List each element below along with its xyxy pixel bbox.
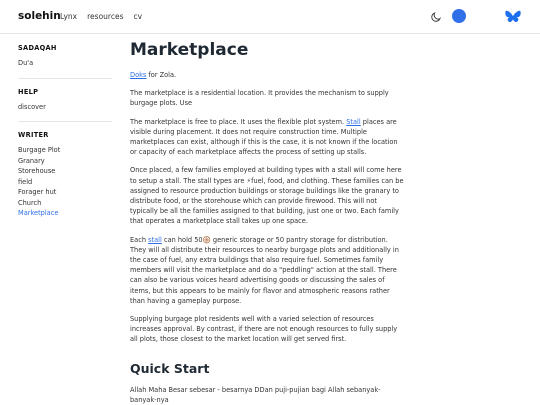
sidebar-item-discover[interactable]: discover [18, 102, 112, 113]
sidebar-section-title: HELP [18, 87, 39, 96]
sidebar-item-forager-hut[interactable]: Forager hut [18, 187, 112, 198]
sidebar-section-help: HELP discover [18, 87, 112, 122]
doks-link[interactable]: Doks [130, 71, 146, 79]
paragraph-4-text-a: Each [130, 235, 149, 244]
top-bar: solehin Lynx resources cv [0, 0, 540, 34]
sidebar: SADAQAH Du'a HELP discover WRITER Burgag… [18, 40, 112, 237]
stall-link[interactable]: Stall [346, 118, 360, 126]
nav-link-lynx[interactable]: Lynx [60, 12, 77, 21]
butterfly-icon[interactable] [505, 10, 521, 24]
main-content: Marketplace Doks for Zola. The marketpla… [130, 40, 406, 405]
moon-icon[interactable] [431, 11, 442, 22]
sidebar-item-marketplace[interactable]: Marketplace [18, 208, 112, 219]
sidebar-item-church[interactable]: Church [18, 198, 112, 209]
intro-text: for Zola. [146, 71, 177, 79]
sidebar-item-dua[interactable]: Du'a [18, 58, 112, 69]
intro-paragraph: Doks for Zola. [130, 70, 406, 80]
sidebar-item-field[interactable]: field [18, 177, 112, 188]
top-nav: Lynx resources cv [60, 12, 142, 21]
sidebar-item-granary[interactable]: Granary [18, 156, 112, 167]
sidebar-item-burgage-plot[interactable]: Burgage Plot [18, 145, 112, 156]
paragraph-2: The marketplace is free to place. It use… [130, 117, 406, 158]
page-title: Marketplace [130, 40, 249, 60]
paragraph-4-text-b: can hold 50🛞 generic storage or 50 pantr… [130, 235, 399, 305]
paragraph-4: Each stall can hold 50🛞 generic storage … [130, 235, 406, 306]
sidebar-item-storehouse[interactable]: Storehouse [18, 166, 112, 177]
section-heading: Quick Start [130, 360, 210, 376]
paragraph-2-text-a: The marketplace is free to place. It use… [130, 117, 347, 126]
nav-link-cv[interactable]: cv [133, 12, 142, 21]
paragraph-1: The marketplace is a residential locatio… [130, 89, 389, 108]
site-brand[interactable]: solehin [18, 10, 61, 22]
stall-link[interactable]: stall [148, 236, 162, 244]
sidebar-section-title: WRITER [18, 131, 49, 139]
nav-link-resources[interactable]: resources [87, 12, 123, 21]
circle-button-icon[interactable] [452, 9, 466, 23]
sidebar-section-sadaqah: SADAQAH Du'a [18, 44, 112, 79]
sidebar-section-writer: WRITER Burgage Plot Granary Storehouse f… [18, 131, 112, 228]
paragraph-5: Supplying burgage plot residents well wi… [130, 315, 398, 344]
paragraph-6: Allah Maha Besar sebesar - besarnya DDan… [130, 385, 381, 404]
sidebar-section-title: SADAQAH [18, 44, 57, 52]
paragraph-3: Once placed, a few families employed at … [130, 166, 404, 226]
